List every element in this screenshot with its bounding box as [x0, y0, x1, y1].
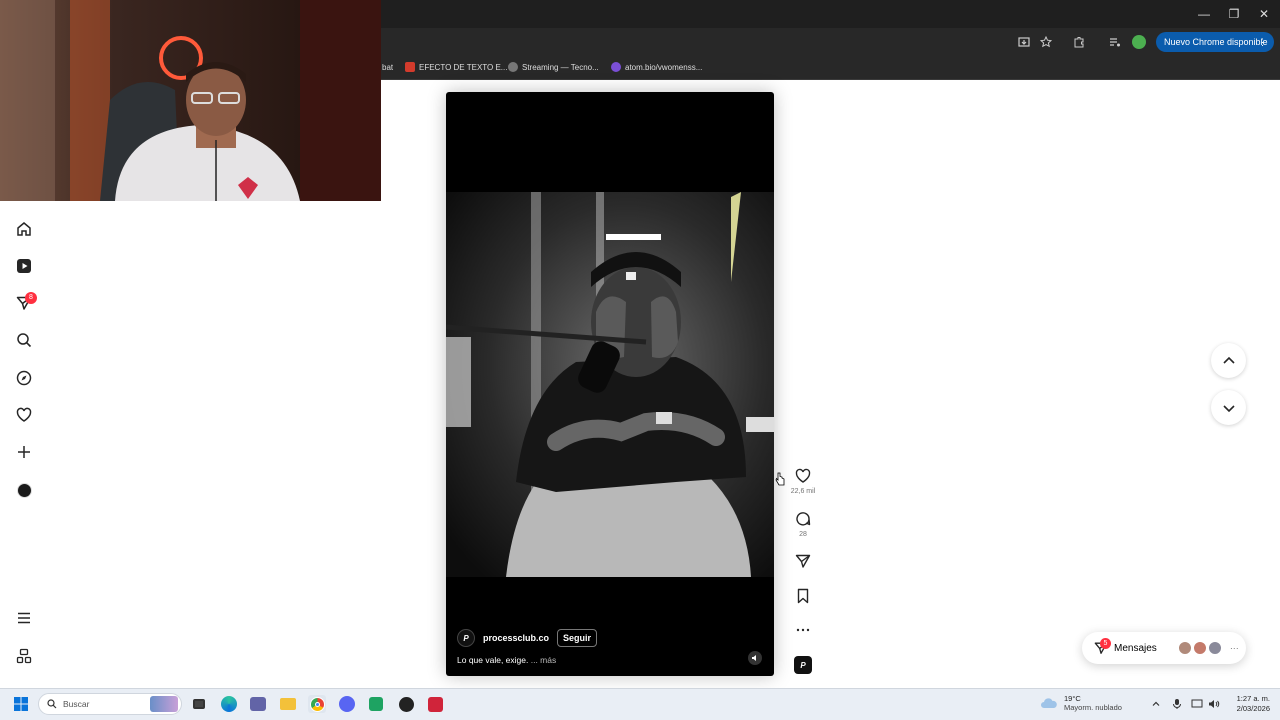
- home-icon[interactable]: [15, 220, 33, 238]
- task-view-icon[interactable]: [190, 695, 208, 713]
- comment-icon[interactable]: [794, 510, 812, 528]
- clock-time: 1:27 a. m.: [1236, 694, 1270, 703]
- edge-icon[interactable]: [220, 695, 238, 713]
- audio-avatar[interactable]: P: [794, 656, 812, 674]
- caption-text: Lo que vale, exige.: [457, 655, 529, 665]
- search-icon: [47, 699, 57, 709]
- chrome-update-button[interactable]: Nuevo Chrome disponible ⋮: [1156, 32, 1274, 52]
- app-icon[interactable]: [367, 695, 385, 713]
- reels-icon[interactable]: [15, 257, 33, 275]
- reel-owner-row: P processclub.co Seguir: [457, 628, 598, 648]
- cloud-icon: [1041, 698, 1057, 708]
- reel-video[interactable]: [446, 192, 774, 577]
- teams-icon[interactable]: [249, 695, 267, 713]
- extensions-icon[interactable]: [1070, 33, 1088, 51]
- profile-avatar[interactable]: [15, 481, 33, 499]
- search-highlight-image: [150, 696, 178, 712]
- create-icon[interactable]: [15, 443, 33, 461]
- bookmark-item[interactable]: atom.bio/vwomenss...: [611, 60, 702, 74]
- more-dots-icon: ···: [1229, 643, 1239, 653]
- minimize-icon[interactable]: —: [1189, 4, 1219, 24]
- bookmark-item[interactable]: EFECTO DE TEXTO E...: [405, 60, 507, 74]
- webcam-overlay: [0, 0, 381, 201]
- file-explorer-icon[interactable]: [279, 695, 297, 713]
- more-menu-icon[interactable]: [15, 609, 33, 627]
- avatar: [1192, 641, 1207, 655]
- network-icon[interactable]: [1188, 695, 1206, 713]
- bookmark-item[interactable]: Streaming — Tecno...: [508, 60, 599, 74]
- chevron-up-icon[interactable]: [1147, 695, 1165, 713]
- chevron-down-icon: [1222, 404, 1235, 412]
- app-icon[interactable]: [397, 695, 415, 713]
- hand-cursor-icon: [775, 472, 785, 491]
- save-icon[interactable]: [794, 587, 812, 605]
- avatar: [1207, 641, 1222, 655]
- like-count: 22,6 mil: [790, 488, 816, 495]
- windows-start-icon[interactable]: [12, 695, 30, 713]
- reel-caption: Lo que vale, exige. ... más: [457, 655, 556, 665]
- notification-badge: 8: [25, 292, 37, 304]
- also-from-meta-icon[interactable]: [15, 647, 33, 665]
- close-icon[interactable]: ✕: [1249, 4, 1279, 24]
- temperature: 19°C: [1064, 694, 1081, 703]
- like-icon[interactable]: [794, 467, 812, 485]
- comment-count: 28: [799, 531, 807, 538]
- next-reel-button[interactable]: [1211, 390, 1246, 425]
- search-icon[interactable]: [15, 331, 33, 349]
- messages-label: Mensajes: [1114, 642, 1157, 654]
- bookmark-star-icon[interactable]: [1037, 33, 1055, 51]
- messages-badge: 5: [1100, 638, 1111, 649]
- notifications-icon[interactable]: [15, 406, 33, 424]
- discord-icon[interactable]: [338, 695, 356, 713]
- clock-date: 2/03/2026: [1236, 704, 1270, 713]
- restore-icon[interactable]: ❐: [1219, 4, 1249, 24]
- taskbar-search-input[interactable]: Buscar: [38, 693, 182, 715]
- caption-more-link[interactable]: ... más: [531, 655, 557, 665]
- install-app-icon[interactable]: [1015, 33, 1033, 51]
- chrome-icon[interactable]: [308, 695, 326, 713]
- volume-icon[interactable]: [1205, 695, 1223, 713]
- owner-avatar[interactable]: P: [457, 629, 475, 647]
- explore-icon[interactable]: [15, 369, 33, 387]
- owner-username[interactable]: processclub.co: [483, 633, 549, 643]
- reel-player[interactable]: P processclub.co Seguir Lo que vale, exi…: [446, 92, 774, 676]
- app-icon[interactable]: [426, 695, 444, 713]
- weather-widget[interactable]: 19°C Mayorm. nublado: [1040, 694, 1122, 712]
- share-icon[interactable]: [794, 552, 812, 570]
- bookmark-item[interactable]: bat: [382, 60, 393, 74]
- avatar: [1177, 641, 1192, 655]
- more-options-icon[interactable]: [794, 621, 812, 639]
- previous-reel-button[interactable]: [1211, 343, 1246, 378]
- mute-icon[interactable]: [748, 651, 762, 665]
- profile-icon[interactable]: [1130, 33, 1148, 51]
- chevron-up-icon: [1222, 356, 1235, 364]
- microphone-icon[interactable]: [1168, 695, 1186, 713]
- follow-button[interactable]: Seguir: [557, 629, 598, 647]
- search-placeholder: Buscar: [63, 699, 90, 709]
- weather-description: Mayorm. nublado: [1064, 703, 1122, 712]
- system-clock[interactable]: 1:27 a. m. 2/03/2026: [1228, 694, 1270, 714]
- media-control-icon[interactable]: [1106, 33, 1124, 51]
